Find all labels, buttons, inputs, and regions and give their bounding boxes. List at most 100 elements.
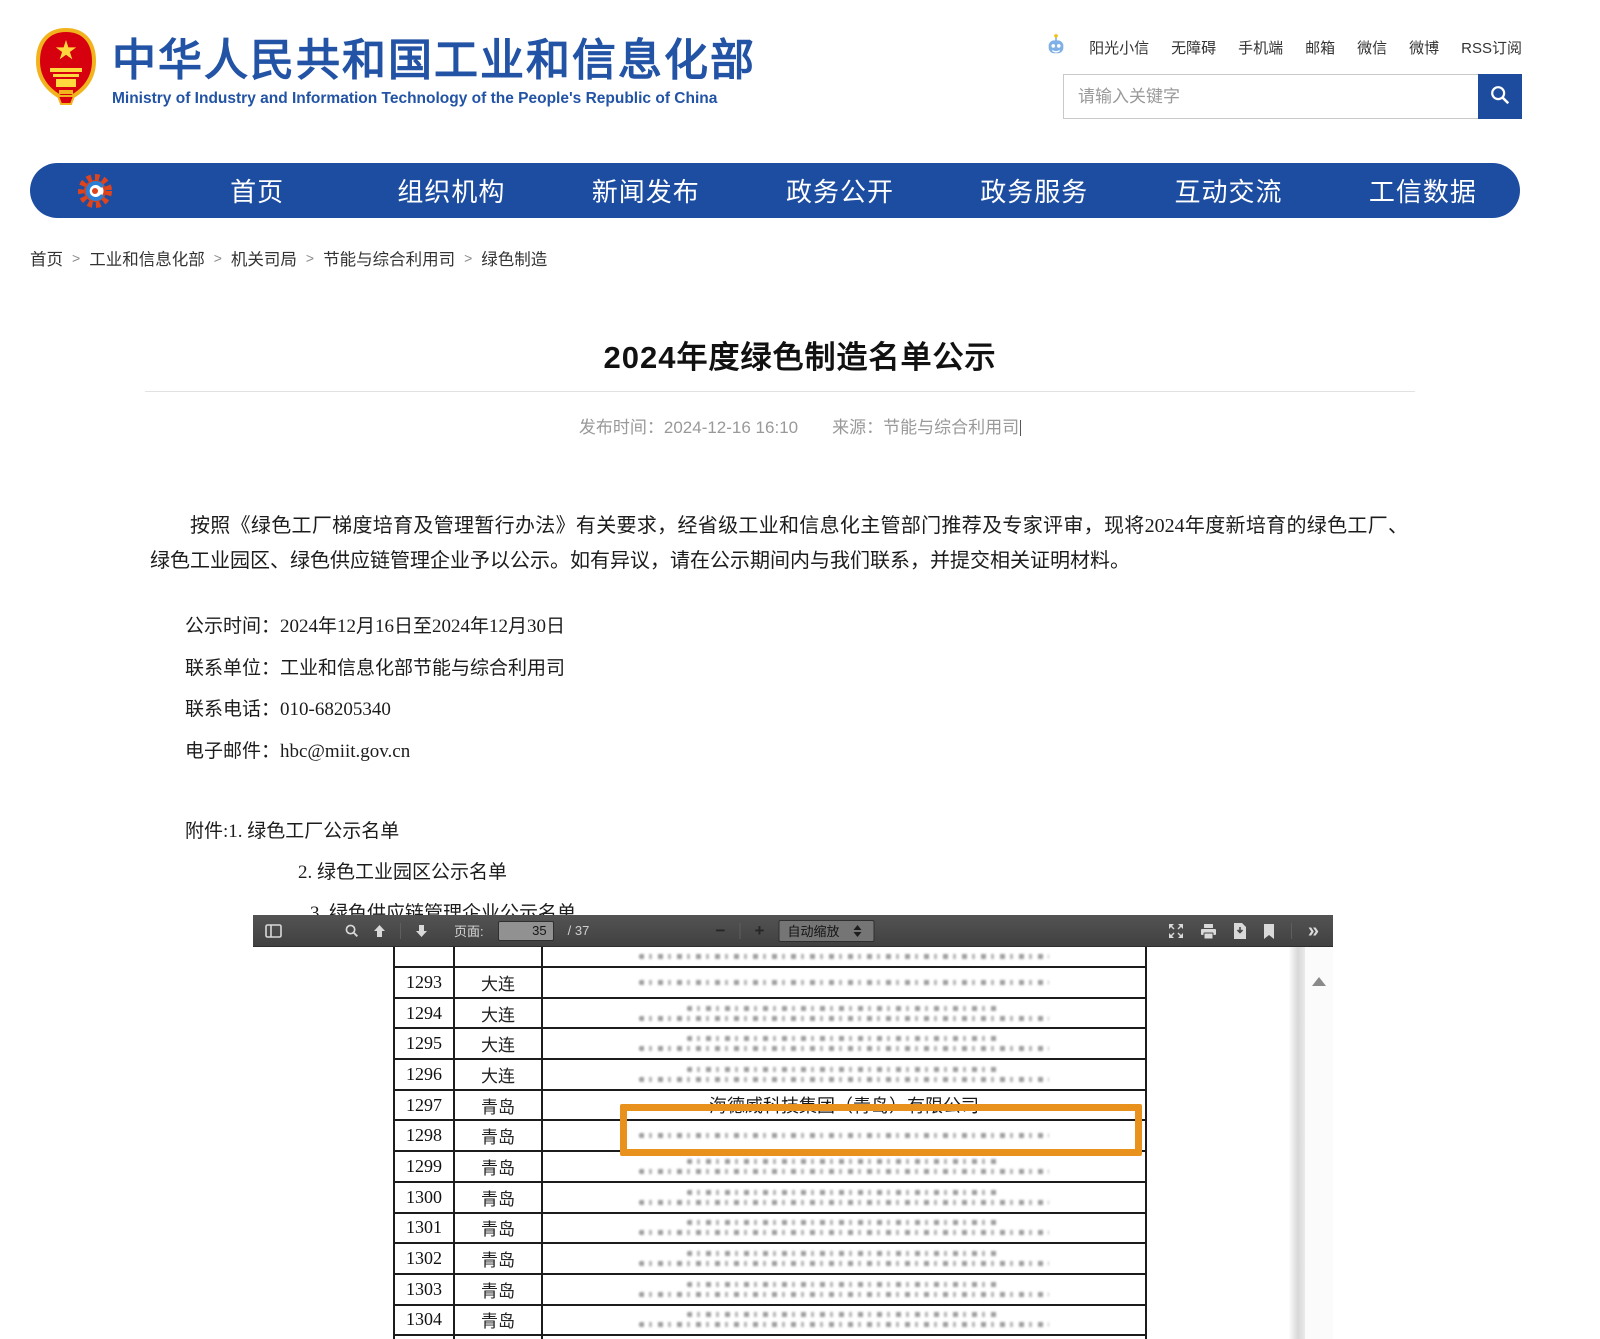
nav-item-interaction[interactable]: 互动交流 [1131,172,1325,209]
cell-company-blurred [542,1182,1146,1213]
info-contact-phone: 联系电话：010-68205340 [185,694,565,721]
info-contact-unit: 联系单位：工业和信息化部节能与综合利用司 [185,653,565,680]
search-bar [1063,74,1522,119]
pdf-viewer: 页面: / 37 − + 自动缩放 [253,915,1333,1339]
attachment-link-2[interactable]: 2. 绿色工业园区公示名单 [298,857,576,884]
cell-company-blurred [542,1213,1146,1244]
breadcrumb-separator: > [464,250,472,266]
breadcrumb-miit[interactable]: 工业和信息化部 [89,246,205,270]
cell-city: 大连 [454,1059,542,1090]
text-caret [1020,420,1021,436]
download-icon[interactable] [1233,923,1247,939]
brand: 中华人民共和国工业和信息化部 Ministry of Industry and … [112,36,756,108]
utility-links: 阳光小信 无障碍 手机端 邮箱 微信 微博 RSS订阅 [1045,33,1522,61]
search-input[interactable] [1064,75,1478,118]
cell-serial-number: 1293 [394,967,454,998]
utility-link-weibo[interactable]: 微博 [1409,37,1439,58]
cell-serial-number: 1294 [394,998,454,1029]
utility-link-wechat[interactable]: 微信 [1357,37,1387,58]
breadcrumb-departments[interactable]: 机关司局 [231,246,297,270]
cell-city: 青岛 [454,1090,542,1121]
cell-city: 大连 [454,998,542,1029]
table-row: 1301青岛 [394,1213,1146,1244]
cell-serial-number: 1297 [394,1090,454,1121]
cell-city: 青岛 [454,1182,542,1213]
page-title: 2024年度绿色制造名单公示 [0,332,1600,377]
table-row: 1297青岛海德威科技集团（青岛）有限公司 [394,1090,1146,1121]
table-row: 1299青岛 [394,1151,1146,1182]
cell-serial-number: 1303 [394,1274,454,1305]
sidebar-toggle-icon[interactable] [265,924,282,938]
publish-time: 发布时间：2024-12-16 16:10 [579,418,798,437]
pdf-table: 1293大连1294大连1295大连1296大连1297青岛海德威科技集团（青岛… [393,947,1147,1339]
select-spinner-icon [854,925,862,937]
search-icon [1489,84,1511,109]
table-row [394,947,1146,967]
scroll-up-icon[interactable] [1312,977,1326,986]
table-row: 1304青岛 [394,1305,1146,1336]
breadcrumb-separator: > [306,250,314,266]
utility-link-mobile[interactable]: 手机端 [1238,37,1283,58]
utility-link-accessibility[interactable]: 无障碍 [1171,37,1216,58]
more-tools-icon[interactable]: » [1308,921,1319,941]
cell-serial-number: 1300 [394,1182,454,1213]
article-info: 公示时间：2024年12月16日至2024年12月30日 联系单位：工业和信息化… [185,611,565,777]
utility-link-rss[interactable]: RSS订阅 [1461,37,1522,58]
search-button[interactable] [1478,74,1522,119]
cell-company-blurred [542,998,1146,1029]
nav-item-organization[interactable]: 组织机构 [354,172,548,209]
cell-company-blurred [542,1335,1146,1339]
page-number-input[interactable] [498,921,554,941]
cell-company-blurred [542,967,1146,998]
cell-company-blurred [542,1120,1146,1151]
page-count: / 37 [568,923,590,938]
cell-city [454,947,542,967]
cell-serial-number: 1299 [394,1151,454,1182]
nav-item-news[interactable]: 新闻发布 [549,172,743,209]
breadcrumb-separator: > [214,250,222,266]
utility-link-sunshine[interactable]: 阳光小信 [1089,37,1149,58]
pdf-table-body: 1293大连1294大连1295大连1296大连1297青岛海德威科技集团（青岛… [394,947,1146,1339]
title-divider [145,391,1415,392]
table-row: 1302青岛 [394,1243,1146,1274]
cell-serial-number [394,947,454,967]
cell-company-blurred [542,1151,1146,1182]
table-row: 1293大连 [394,967,1146,998]
breadcrumb-energy-dept[interactable]: 节能与综合利用司 [323,246,455,270]
page-up-icon[interactable] [373,924,386,938]
cell-serial-number: 1296 [394,1059,454,1090]
utility-link-mail[interactable]: 邮箱 [1305,37,1335,58]
page: 中华人民共和国工业和信息化部 Ministry of Industry and … [0,0,1600,1339]
breadcrumb-green-manufacturing[interactable]: 绿色制造 [481,246,547,270]
cell-company-name: 海德威科技集团（青岛）有限公司 [542,1090,1146,1121]
attachment-link-1[interactable]: 附件:1. 绿色工厂公示名单 [185,816,576,843]
cell-serial-number: 1302 [394,1243,454,1274]
article-source: 来源：节能与综合利用司 [832,418,1019,437]
cell-city: 青岛 [454,1151,542,1182]
print-icon[interactable] [1200,924,1217,939]
main-nav: 首页 组织机构 新闻发布 政务公开 政务服务 互动交流 工信数据 [30,163,1520,218]
breadcrumb-separator: > [72,250,80,266]
zoom-in-button[interactable]: + [751,921,769,941]
breadcrumb-home[interactable]: 首页 [30,246,63,270]
cell-serial-number: 1304 [394,1305,454,1336]
pdf-scrollbar[interactable] [1305,947,1333,1339]
table-row: 1300青岛 [394,1182,1146,1213]
zoom-out-button[interactable]: − [712,921,730,941]
pdf-toolbar: 页面: / 37 − + 自动缩放 [253,915,1333,947]
nav-item-gov-service[interactable]: 政务服务 [937,172,1131,209]
bookmark-icon[interactable] [1263,924,1275,939]
nav-item-home[interactable]: 首页 [160,172,354,209]
nav-item-gov-info[interactable]: 政务公开 [743,172,937,209]
cell-serial-number: 1298 [394,1120,454,1151]
presentation-mode-icon[interactable] [1168,923,1184,939]
page-down-icon[interactable] [415,924,428,938]
cell-city: 大连 [454,967,542,998]
table-row: 1294大连 [394,998,1146,1029]
cell-city [454,1335,542,1339]
zoom-mode-select[interactable]: 自动缩放 [779,920,875,942]
find-icon[interactable] [344,923,359,938]
site-title: 中华人民共和国工业和信息化部 [112,36,756,86]
info-publicity-period: 公示时间：2024年12月16日至2024年12月30日 [185,611,565,638]
nav-item-data[interactable]: 工信数据 [1326,172,1520,209]
